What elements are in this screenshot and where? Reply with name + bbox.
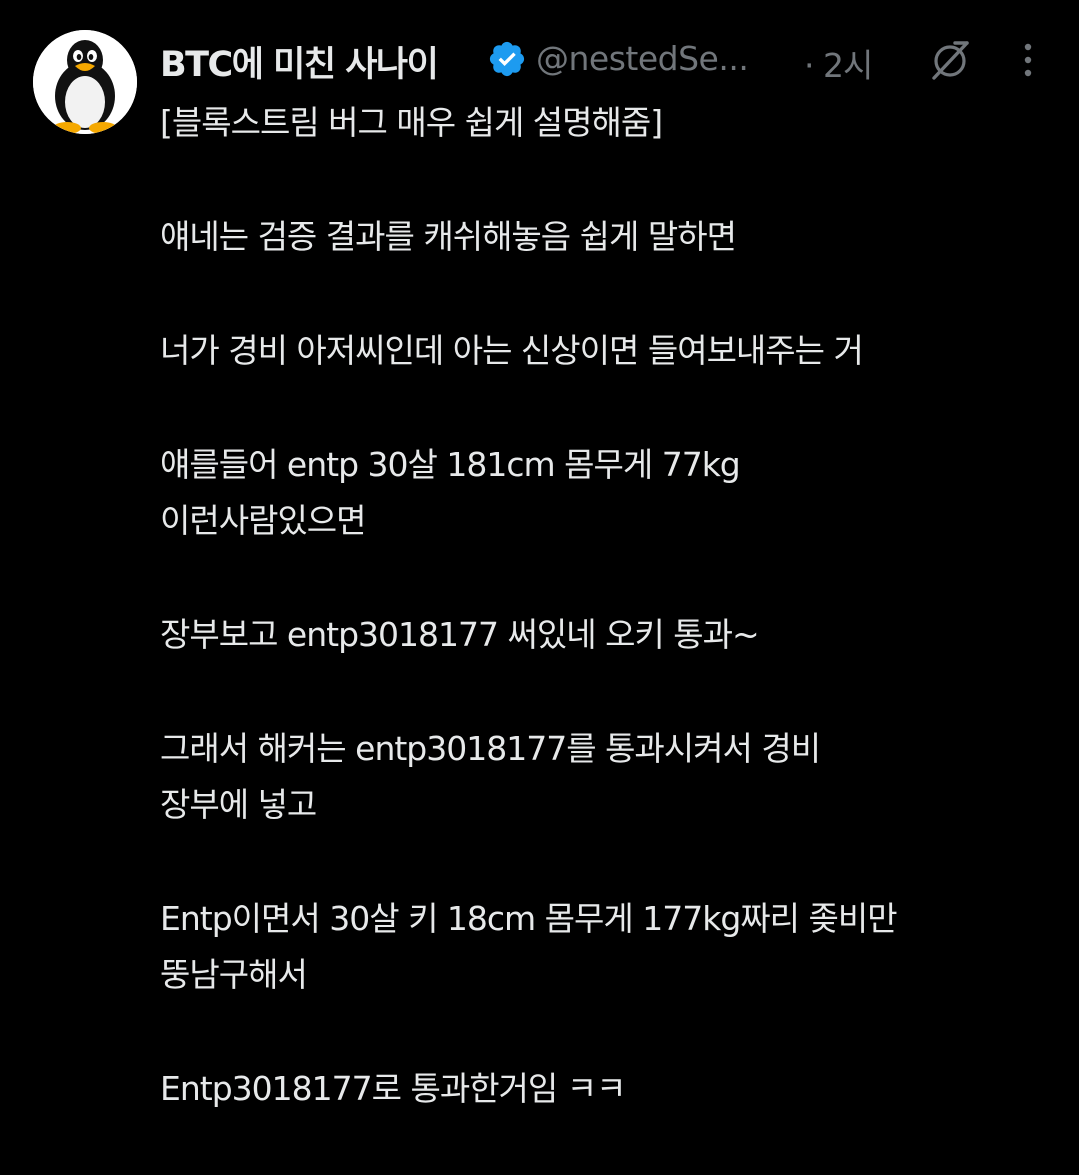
verified-badge-icon	[489, 41, 525, 77]
tweet-paragraph: 장부보고 entp3018177 써있네 오키 통과~	[160, 615, 760, 654]
author-handle[interactable]: @nestedSe...	[536, 39, 749, 78]
tweet-paragraph: Entp3018177로 통과한거임 ㅋㅋ	[160, 1069, 626, 1108]
tweet-paragraph: 얘를들어 entp 30살 181cm 몸무게 77kg 이런사람있으면	[160, 445, 741, 540]
tweet-text: [블록스트림 버그 매우 쉽게 설명해줌] 얘네는 검증 결과를 캐쉬해놓음 쉽…	[160, 95, 1060, 1175]
linux-penguin-icon	[33, 30, 137, 134]
post-time[interactable]: · 2시	[804, 39, 873, 87]
avatar[interactable]	[33, 30, 137, 134]
tweet-paragraph: [블록스트림 버그 매우 쉽게 설명해줌]	[160, 103, 663, 142]
tweet-paragraph: 얘네는 검증 결과를 캐쉬해놓음 쉽게 말하면	[160, 217, 737, 256]
display-name[interactable]: BTC에 미친 사나이	[160, 36, 439, 87]
tweet-header: BTC에 미친 사나이 @nestedSe... · 2시	[160, 30, 1059, 88]
tweet-paragraph: 너가 경비 아저씨인데 아는 신상이면 들여보내주는 거	[160, 331, 864, 370]
tweet-paragraph: 그래서 해커는 entp3018177를 통과시켜서 경비 장부에 넣고	[160, 729, 821, 824]
more-vertical-icon[interactable]	[1008, 42, 1048, 78]
tweet-paragraph: Entp이면서 30살 키 18cm 몸무게 177kg짜리 좆비만 뚱남구해서	[160, 899, 898, 994]
grok-icon[interactable]	[928, 38, 972, 82]
